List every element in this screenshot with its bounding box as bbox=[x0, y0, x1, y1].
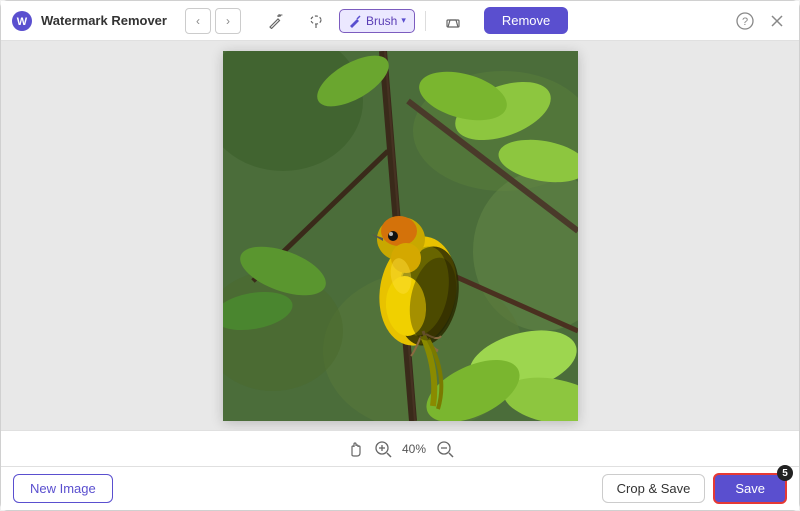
toolbar-separator bbox=[425, 11, 426, 31]
save-button[interactable]: Save bbox=[713, 473, 787, 504]
crop-save-button[interactable]: Crop & Save bbox=[602, 474, 706, 503]
image-container bbox=[223, 51, 578, 421]
hand-tool-button[interactable] bbox=[346, 440, 364, 458]
bottom-bar: New Image Crop & Save Save 5 bbox=[1, 466, 799, 510]
zoom-bar: 40% bbox=[1, 430, 799, 466]
bottom-right: Crop & Save Save 5 bbox=[602, 473, 787, 504]
hand-icon bbox=[346, 440, 364, 458]
new-image-button[interactable]: New Image bbox=[13, 474, 113, 503]
brush-label: Brush bbox=[366, 14, 397, 28]
brush-icon bbox=[348, 14, 362, 28]
canvas-area[interactable] bbox=[1, 41, 799, 430]
back-button[interactable]: ‹ bbox=[185, 8, 211, 34]
close-icon bbox=[769, 13, 785, 29]
zoom-in-icon bbox=[374, 440, 392, 458]
lasso-icon bbox=[308, 13, 324, 29]
app-title: Watermark Remover bbox=[41, 13, 167, 28]
close-button[interactable] bbox=[765, 9, 789, 33]
help-icon: ? bbox=[736, 12, 754, 30]
main-image bbox=[223, 51, 578, 421]
eraser-button[interactable] bbox=[436, 8, 470, 34]
zoom-level: 40% bbox=[402, 442, 426, 456]
app-logo-icon: W bbox=[11, 10, 33, 32]
magic-wand-button[interactable] bbox=[259, 8, 293, 34]
svg-text:W: W bbox=[17, 16, 28, 28]
title-bar: W Watermark Remover ‹ › bbox=[1, 1, 799, 41]
zoom-in-button[interactable] bbox=[374, 440, 392, 458]
brush-dropdown-icon: ▾ bbox=[401, 15, 406, 26]
title-right: ? bbox=[733, 9, 789, 33]
magic-wand-icon bbox=[268, 13, 284, 29]
lasso-button[interactable] bbox=[299, 8, 333, 34]
toolbar: Brush ▾ Remove bbox=[259, 7, 568, 34]
help-button[interactable]: ? bbox=[733, 9, 757, 33]
zoom-out-icon bbox=[436, 440, 454, 458]
svg-text:?: ? bbox=[742, 16, 748, 28]
eraser-icon bbox=[445, 13, 461, 29]
forward-button[interactable]: › bbox=[215, 8, 241, 34]
nav-controls: ‹ › bbox=[185, 8, 241, 34]
badge-5: 5 bbox=[777, 465, 793, 481]
zoom-out-button[interactable] bbox=[436, 440, 454, 458]
title-left: W Watermark Remover ‹ › bbox=[11, 7, 568, 34]
remove-button[interactable]: Remove bbox=[484, 7, 568, 34]
brush-button[interactable]: Brush ▾ bbox=[339, 9, 415, 33]
